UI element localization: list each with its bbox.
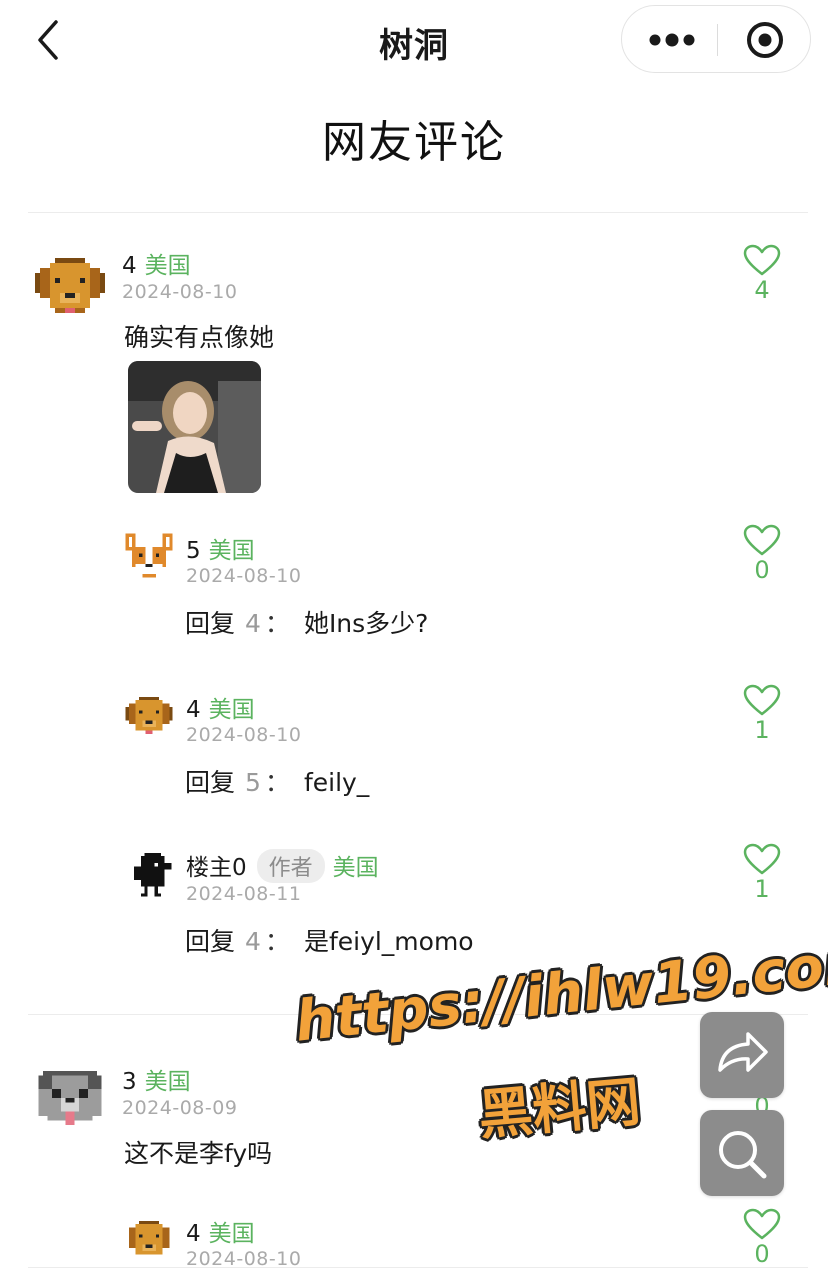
comment-author: 3 美国	[122, 1069, 191, 1095]
reply-date: 2024-08-10	[186, 724, 302, 746]
like-button[interactable]: 1	[742, 843, 782, 903]
more-dots-icon[interactable]	[622, 6, 717, 72]
reply-date: 2024-08-11	[186, 883, 302, 905]
location-label: 美国	[332, 855, 379, 881]
like-count: 0	[754, 556, 770, 584]
divider	[28, 212, 808, 213]
comment-author: 4 美国	[122, 253, 191, 279]
target-close-icon[interactable]	[718, 6, 811, 72]
like-button[interactable]: 0	[742, 1208, 782, 1268]
reply-author: 4 美国	[186, 1221, 255, 1247]
heart-icon	[743, 524, 781, 556]
reply-text: 回复 5： feily_	[185, 768, 370, 797]
watermark-name: 黑料网	[475, 1070, 643, 1147]
like-count: 1	[754, 716, 770, 744]
reply-author: 4 美国	[186, 697, 255, 723]
location-label: 美国	[144, 253, 191, 279]
heart-icon	[743, 843, 781, 875]
like-count: 4	[754, 276, 770, 304]
black-bird-avatar-icon[interactable]	[124, 846, 178, 900]
location-label: 美国	[208, 1221, 255, 1247]
heart-icon	[743, 244, 781, 276]
corgi-avatar-icon[interactable]	[122, 530, 176, 584]
comment-date: 2024-08-09	[122, 1097, 238, 1119]
divider	[28, 1014, 808, 1015]
section-title: 网友评论	[322, 117, 506, 168]
like-button[interactable]: 0	[742, 524, 782, 584]
reply-text: 回复 4：她Ins多少?	[185, 609, 429, 638]
reply-date: 2024-08-10	[186, 565, 302, 587]
like-count: 1	[754, 875, 770, 903]
comment-photo[interactable]	[128, 361, 261, 493]
heart-icon	[743, 684, 781, 716]
reply-author: 5 美国	[186, 538, 255, 564]
location-label: 美国	[208, 697, 255, 723]
golden-dog-avatar-icon[interactable]	[122, 690, 176, 744]
search-button[interactable]	[700, 1110, 784, 1196]
like-button[interactable]: 4	[742, 244, 782, 304]
gray-pug-avatar-icon[interactable]	[34, 1062, 114, 1142]
reply-author: 楼主0 作者 美国	[186, 848, 379, 883]
reply-text: 回复 4：是feiyl_momo	[185, 927, 474, 956]
like-button[interactable]: 1	[742, 684, 782, 744]
share-button[interactable]	[700, 1012, 784, 1098]
location-label: 美国	[144, 1069, 191, 1095]
share-arrow-icon	[718, 1032, 768, 1072]
comment-text: 这不是李fy吗	[124, 1139, 273, 1168]
mini-program-capsule	[621, 5, 811, 73]
golden-dog-avatar-icon[interactable]	[122, 1214, 176, 1268]
like-count: 0	[754, 1240, 770, 1268]
golden-dog-avatar-icon[interactable]	[30, 248, 110, 328]
search-icon	[719, 1131, 767, 1179]
heart-icon	[743, 1208, 781, 1240]
author-badge: 作者	[256, 849, 325, 883]
comment-date: 2024-08-10	[122, 281, 238, 303]
comment-text: 确实有点像她	[124, 323, 275, 352]
location-label: 美国	[208, 538, 255, 564]
divider	[28, 1267, 808, 1268]
top-navbar: 树洞	[0, 0, 828, 82]
